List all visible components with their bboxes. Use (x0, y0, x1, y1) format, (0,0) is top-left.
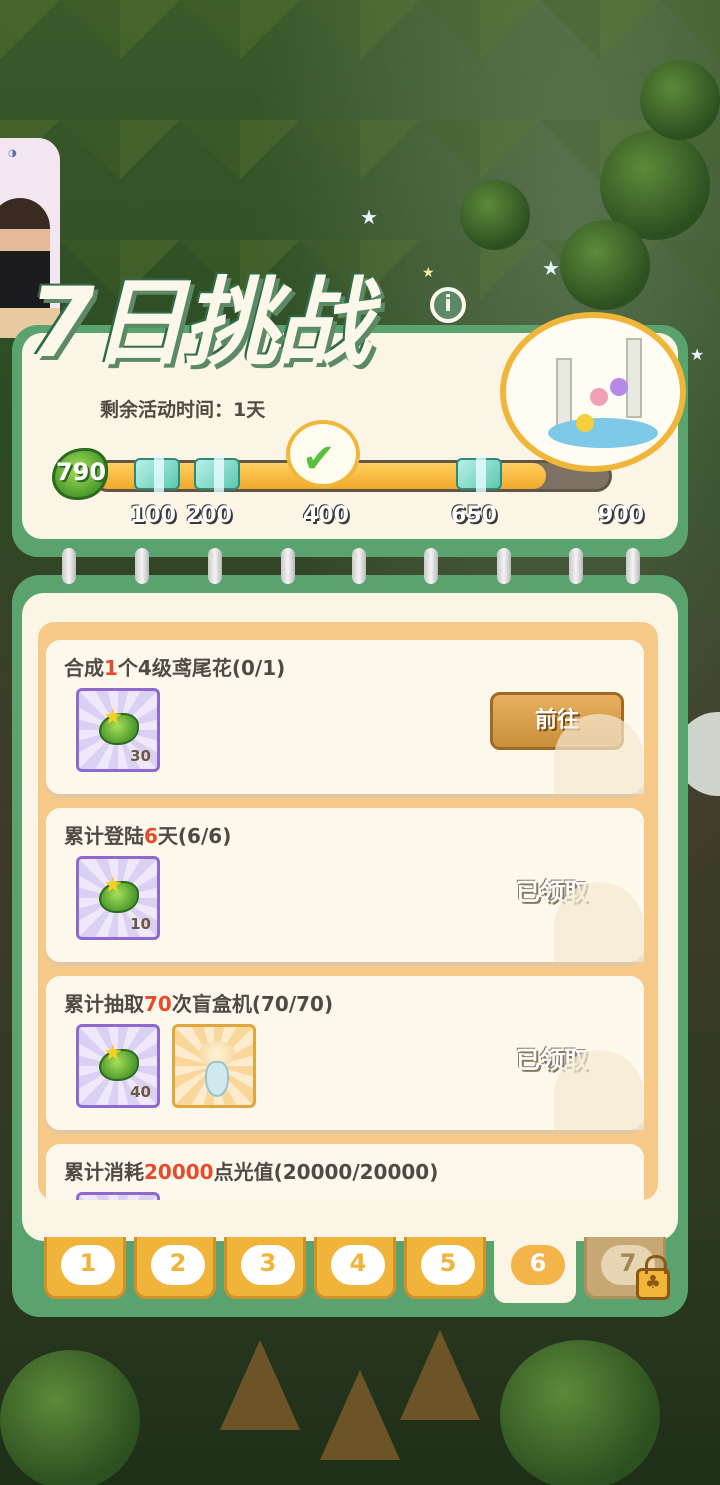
background-tree (560, 220, 650, 310)
flower-icon (610, 378, 628, 396)
flower-icon (590, 388, 608, 406)
day-tab-5[interactable]: 5 (404, 1237, 486, 1299)
event-title-wrap: 7日挑战 (28, 245, 371, 384)
reward-item[interactable]: ★ 40 (76, 1024, 160, 1108)
milestone-label: 400 (303, 503, 349, 528)
task-card: 累计登陆6天(6/6) ★ 10 已领取 (46, 808, 644, 962)
milestone-label: 100 (130, 503, 176, 528)
vase-icon (205, 1061, 229, 1097)
day-tab-label: 1 (79, 1249, 97, 1277)
mascot-watermark-icon (554, 1050, 644, 1130)
background-pine (320, 1370, 400, 1460)
check-icon: ✔ (302, 436, 336, 482)
star-icon: ★ (103, 873, 123, 898)
background-tree (460, 180, 530, 250)
binder-ring (424, 548, 438, 584)
ruin-pillar-icon (626, 338, 642, 418)
current-points: 790 (55, 458, 107, 486)
sparkle-icon: ★ (422, 265, 435, 281)
day-tab-label: 6 (529, 1249, 547, 1277)
fountain-water-icon (548, 418, 658, 448)
day-tab-label: 4 (349, 1249, 367, 1277)
reward-quantity: 40 (130, 1083, 151, 1101)
day-tab-2[interactable]: 2 (134, 1237, 216, 1299)
binder-ring (62, 548, 76, 584)
binder-ring (352, 548, 366, 584)
sparkle-icon: ★ (360, 205, 378, 229)
event-title: 7日挑战 (28, 267, 371, 379)
day-tab-3[interactable]: 3 (224, 1237, 306, 1299)
task-title: 累计登陆6天(6/6) (64, 824, 232, 848)
milestone-label: 900 (598, 503, 644, 528)
reward-item[interactable] (76, 1192, 160, 1200)
task-card: 累计消耗20000点光值(20000/20000) (46, 1144, 644, 1200)
day-tab-label: 5 (439, 1249, 457, 1277)
task-card: 累计抽取70次盲盒机(70/70) ★ 40 已领取 (46, 976, 644, 1130)
milestone-claimed-bubble[interactable]: ✔ (286, 420, 360, 488)
binder-ring (497, 548, 511, 584)
info-icon[interactable]: i (430, 287, 466, 323)
sparkle-icon: ★ (690, 345, 705, 364)
task-title: 累计抽取70次盲盒机(70/70) (64, 992, 334, 1016)
mascot-watermark-icon (554, 882, 644, 962)
day-tab-label: 2 (169, 1249, 187, 1277)
camera-logo-icon: ◑ (8, 148, 17, 159)
milestone-gift-icon[interactable] (456, 454, 502, 494)
mascot-watermark-icon (554, 714, 644, 794)
binder-ring (135, 548, 149, 584)
day-tab-1[interactable]: 1 (44, 1237, 126, 1299)
binder-ring (281, 548, 295, 584)
grand-reward-preview[interactable] (500, 312, 686, 472)
background-pine (220, 1340, 300, 1430)
task-card: 合成1个4级鸢尾花(0/1) ★ 30 前往 (46, 640, 644, 794)
reward-quantity: 10 (130, 915, 151, 933)
reward-item[interactable]: ★ 10 (76, 856, 160, 940)
background-pine (400, 1330, 480, 1420)
milestone-label: 650 (451, 503, 497, 528)
ruin-pillar-icon (556, 358, 572, 428)
day-tab-6[interactable]: 6 (494, 1237, 576, 1303)
sparkle-icon: ★ (542, 256, 560, 280)
reward-quantity: 30 (130, 747, 151, 765)
reward-item[interactable]: ★ 30 (76, 688, 160, 772)
background-tree (640, 60, 720, 140)
remaining-time: 剩余活动时间：1天 (100, 399, 266, 421)
milestone-gift-icon[interactable] (134, 454, 180, 494)
lock-icon: ♣ (636, 1255, 670, 1300)
flower-icon (576, 414, 594, 432)
reward-item[interactable] (172, 1024, 256, 1108)
binder-ring (626, 548, 640, 584)
star-icon: ★ (103, 705, 123, 730)
day-tab-4[interactable]: 4 (314, 1237, 396, 1299)
task-title: 累计消耗20000点光值(20000/20000) (64, 1160, 439, 1184)
task-list[interactable]: 合成1个4级鸢尾花(0/1) ★ 30 前往 累计登陆6天(6/6) ★ 10 … (38, 622, 658, 1200)
binder-ring (569, 548, 583, 584)
background-tree (500, 1340, 660, 1485)
background-tree (0, 1350, 140, 1485)
milestone-label: 200 (186, 503, 232, 528)
milestone-gift-icon[interactable] (194, 454, 240, 494)
binder-ring (208, 548, 222, 584)
day-tab-label: 3 (259, 1249, 277, 1277)
star-icon: ★ (103, 1041, 123, 1066)
task-title: 合成1个4级鸢尾花(0/1) (64, 656, 286, 680)
